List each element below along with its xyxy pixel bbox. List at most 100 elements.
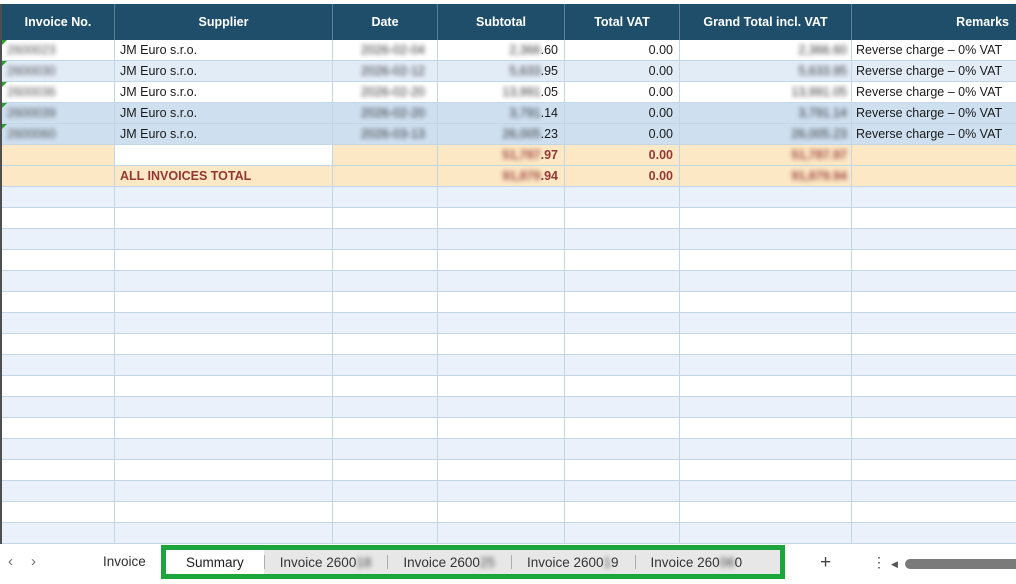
empty-cell[interactable] bbox=[565, 292, 680, 313]
supplier-cell[interactable]: JM Euro s.r.o. bbox=[115, 82, 333, 103]
total-empty-cell[interactable] bbox=[333, 145, 438, 166]
total-vat-cell[interactable]: 0.00 bbox=[565, 82, 680, 103]
empty-cell[interactable] bbox=[115, 397, 333, 418]
empty-cell[interactable] bbox=[680, 439, 852, 460]
column-header-invoice-no[interactable]: Invoice No. bbox=[2, 4, 115, 40]
sheet-tab-invoice-1[interactable]: Invoice 260018 bbox=[264, 550, 388, 574]
empty-cell[interactable] bbox=[2, 292, 115, 313]
column-header-supplier[interactable]: Supplier bbox=[115, 4, 333, 40]
empty-cell[interactable] bbox=[852, 439, 1016, 460]
empty-cell[interactable] bbox=[333, 397, 438, 418]
empty-cell[interactable] bbox=[852, 376, 1016, 397]
subtotal-cell[interactable]: 2,366.60 bbox=[438, 40, 565, 61]
empty-cell[interactable] bbox=[115, 334, 333, 355]
empty-cell[interactable] bbox=[852, 523, 1016, 544]
empty-cell[interactable] bbox=[115, 208, 333, 229]
subtotal-cell[interactable]: 5,633.95 bbox=[438, 61, 565, 82]
column-header-date[interactable]: Date bbox=[333, 4, 438, 40]
empty-cell[interactable] bbox=[115, 460, 333, 481]
remarks-cell[interactable]: Reverse charge – 0% VAT bbox=[852, 61, 1016, 82]
empty-cell[interactable] bbox=[2, 187, 115, 208]
empty-cell[interactable] bbox=[333, 355, 438, 376]
total-grand-cell[interactable]: 51,787.97 bbox=[680, 145, 852, 166]
total-subtotal-cell[interactable]: 91,879.94 bbox=[438, 166, 565, 187]
empty-cell[interactable] bbox=[438, 334, 565, 355]
total-empty-cell[interactable] bbox=[852, 166, 1016, 187]
empty-cell[interactable] bbox=[438, 313, 565, 334]
empty-cell[interactable] bbox=[333, 292, 438, 313]
total-vat-cell[interactable]: 0.00 bbox=[565, 61, 680, 82]
invoice-no-cell[interactable]: 2600030 bbox=[2, 61, 115, 82]
empty-cell[interactable] bbox=[333, 376, 438, 397]
empty-cell[interactable] bbox=[115, 271, 333, 292]
empty-cell[interactable] bbox=[680, 418, 852, 439]
empty-cell[interactable] bbox=[333, 271, 438, 292]
empty-cell[interactable] bbox=[565, 376, 680, 397]
empty-cell[interactable] bbox=[852, 334, 1016, 355]
total-empty-cell[interactable] bbox=[2, 145, 115, 166]
empty-cell[interactable] bbox=[115, 439, 333, 460]
sheet-tab-invoice-3[interactable]: Invoice 260019 bbox=[511, 550, 635, 574]
sheet-tab-invoice[interactable]: Invoice bbox=[103, 554, 146, 569]
empty-cell[interactable] bbox=[2, 355, 115, 376]
column-header-grand-total[interactable]: Grand Total incl. VAT bbox=[680, 4, 852, 40]
empty-cell[interactable] bbox=[438, 271, 565, 292]
empty-cell[interactable] bbox=[680, 481, 852, 502]
empty-cell[interactable] bbox=[115, 250, 333, 271]
total-empty-cell[interactable] bbox=[2, 166, 115, 187]
empty-cell[interactable] bbox=[852, 292, 1016, 313]
grand-total-cell[interactable]: 26,005.23 bbox=[680, 124, 852, 145]
empty-cell[interactable] bbox=[565, 439, 680, 460]
empty-cell[interactable] bbox=[333, 208, 438, 229]
empty-cell[interactable] bbox=[438, 439, 565, 460]
empty-cell[interactable] bbox=[565, 481, 680, 502]
empty-cell[interactable] bbox=[852, 397, 1016, 418]
supplier-cell[interactable]: JM Euro s.r.o. bbox=[115, 61, 333, 82]
empty-cell[interactable] bbox=[333, 313, 438, 334]
empty-cell[interactable] bbox=[115, 502, 333, 523]
empty-cell[interactable] bbox=[680, 334, 852, 355]
empty-cell[interactable] bbox=[565, 502, 680, 523]
total-label-cell[interactable]: ALL INVOICES TOTAL bbox=[115, 166, 333, 187]
empty-cell[interactable] bbox=[2, 523, 115, 544]
empty-cell[interactable] bbox=[115, 481, 333, 502]
empty-cell[interactable] bbox=[333, 418, 438, 439]
empty-cell[interactable] bbox=[438, 355, 565, 376]
supplier-cell[interactable]: JM Euro s.r.o. bbox=[115, 40, 333, 61]
empty-cell[interactable] bbox=[438, 481, 565, 502]
empty-cell[interactable] bbox=[115, 229, 333, 250]
empty-cell[interactable] bbox=[852, 313, 1016, 334]
empty-cell[interactable] bbox=[333, 502, 438, 523]
empty-cell[interactable] bbox=[115, 523, 333, 544]
empty-cell[interactable] bbox=[565, 271, 680, 292]
empty-cell[interactable] bbox=[333, 229, 438, 250]
empty-cell[interactable] bbox=[333, 250, 438, 271]
empty-cell[interactable] bbox=[680, 523, 852, 544]
empty-cell[interactable] bbox=[852, 481, 1016, 502]
empty-cell[interactable] bbox=[852, 460, 1016, 481]
empty-cell[interactable] bbox=[2, 271, 115, 292]
grand-total-cell[interactable]: 3,791.14 bbox=[680, 103, 852, 124]
empty-cell[interactable] bbox=[565, 229, 680, 250]
grand-total-cell[interactable]: 5,633.95 bbox=[680, 61, 852, 82]
sheet-nav-next-icon[interactable]: › bbox=[31, 553, 36, 570]
subtotal-cell[interactable]: 13,991.05 bbox=[438, 82, 565, 103]
empty-cell[interactable] bbox=[680, 502, 852, 523]
column-header-subtotal[interactable]: Subtotal bbox=[438, 4, 565, 40]
empty-cell[interactable] bbox=[333, 439, 438, 460]
sheet-tab-summary[interactable]: Summary bbox=[166, 550, 264, 574]
empty-cell[interactable] bbox=[852, 418, 1016, 439]
total-grand-cell[interactable]: 91,879.94 bbox=[680, 166, 852, 187]
invoice-no-cell[interactable]: 2600039 bbox=[2, 103, 115, 124]
empty-cell[interactable] bbox=[438, 418, 565, 439]
empty-cell[interactable] bbox=[115, 292, 333, 313]
date-cell[interactable]: 2026-02-12 bbox=[333, 61, 438, 82]
date-cell[interactable]: 2026-02-04 bbox=[333, 40, 438, 61]
empty-cell[interactable] bbox=[438, 208, 565, 229]
empty-cell[interactable] bbox=[438, 502, 565, 523]
empty-cell[interactable] bbox=[438, 229, 565, 250]
empty-cell[interactable] bbox=[438, 523, 565, 544]
invoice-no-cell[interactable]: 2600060 bbox=[2, 124, 115, 145]
empty-cell[interactable] bbox=[680, 250, 852, 271]
scroll-left-icon[interactable]: ◀ bbox=[891, 559, 898, 570]
